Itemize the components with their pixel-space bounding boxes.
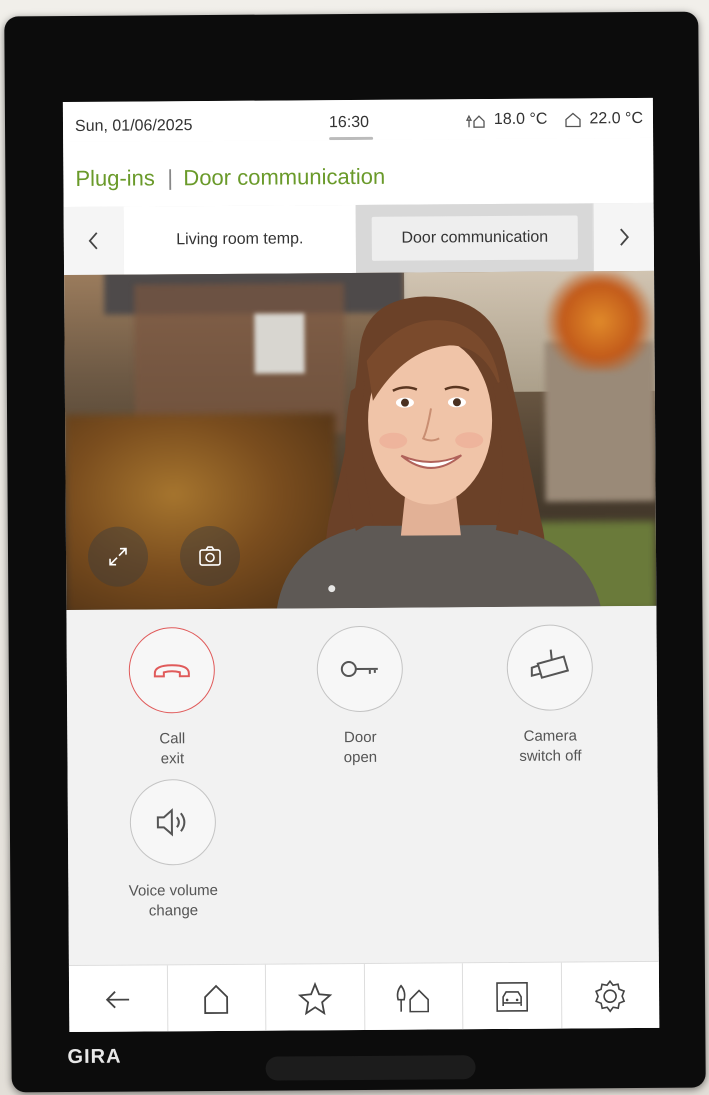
- expand-icon: [109, 547, 127, 566]
- tab-label: Living room temp.: [176, 230, 304, 249]
- voice-volume-label: Voice volume change: [108, 881, 238, 922]
- nav-settings-button[interactable]: [561, 962, 659, 1030]
- tab-door-communication[interactable]: Door communication: [355, 203, 595, 273]
- voice-volume-button[interactable]: Voice volume change: [108, 778, 239, 922]
- label-line: Voice volume: [128, 881, 219, 900]
- visitor-image: [276, 296, 602, 611]
- breadcrumb-separator: |: [167, 165, 174, 191]
- status-time: 16:30: [328, 113, 370, 132]
- breadcrumb-page: Door communication: [183, 163, 386, 191]
- outdoor-temperature: 18.0 °C: [493, 110, 548, 129]
- breadcrumb-section[interactable]: Plug-ins: [75, 165, 155, 191]
- brand-logo: GIRA: [67, 1045, 122, 1069]
- speaker-icon: [156, 808, 186, 837]
- chevron-right-icon: [620, 228, 630, 246]
- home-icon: [565, 112, 582, 128]
- tab-prev-button[interactable]: [63, 206, 126, 276]
- tab-bar: Living room temp. Door communication: [63, 202, 655, 277]
- hang-up-icon: [153, 664, 190, 678]
- door-open-circle: [316, 625, 404, 713]
- camera-switch-off-circle: [506, 624, 594, 711]
- fullscreen-button[interactable]: [87, 526, 149, 587]
- status-bar: Sun, 01/06/2025 16:30 18.0 °C 22.0 °C: [62, 97, 654, 143]
- nav-back-button[interactable]: [68, 965, 168, 1033]
- outdoor-home-icon: [465, 114, 485, 128]
- door-camera-feed[interactable]: [64, 270, 657, 611]
- label-line: switch off: [519, 747, 582, 766]
- door-actions-panel: Call exit Door open Camera switch off Vo…: [66, 605, 659, 966]
- tab-next-button[interactable]: [592, 202, 655, 272]
- status-temperatures: 18.0 °C 22.0 °C: [465, 109, 644, 129]
- nav-home-button[interactable]: [167, 964, 267, 1033]
- status-date: Sun, 01/06/2025: [74, 117, 193, 135]
- label-line: exit: [160, 750, 185, 768]
- tab-living-room-temp[interactable]: Living room temp.: [123, 204, 357, 275]
- call-exit-label: Call exit: [107, 729, 237, 770]
- key-icon: [340, 661, 378, 678]
- back-arrow-icon: [105, 990, 129, 1008]
- call-exit-circle: [128, 626, 216, 714]
- gira-device-frame: Sun, 01/06/2025 16:30 18.0 °C 22.0 °C Pl…: [4, 11, 706, 1093]
- label-line: open: [343, 749, 378, 767]
- bottom-navigation: [68, 960, 660, 1033]
- tab-label: Door communication: [401, 228, 549, 247]
- label-line: change: [148, 902, 199, 920]
- nav-favorites-button[interactable]: [265, 963, 365, 1032]
- door-open-label: Door open: [295, 728, 425, 769]
- label-line: Call: [159, 730, 186, 748]
- star-icon: [297, 981, 333, 1015]
- outdoor-home-icon: [396, 983, 430, 1012]
- snapshot-button[interactable]: [179, 525, 241, 587]
- label-line: Camera: [523, 727, 578, 745]
- camera-icon: [530, 649, 570, 679]
- camera-switch-off-button[interactable]: Camera switch off: [485, 624, 616, 767]
- camera-snapshot-icon: [199, 546, 221, 566]
- call-exit-button[interactable]: Call exit: [107, 626, 238, 770]
- chevron-left-icon: [88, 232, 98, 250]
- settings-gear-icon: [595, 979, 626, 1013]
- nav-garage-button[interactable]: [462, 962, 562, 1031]
- nav-outdoor-button[interactable]: [364, 963, 464, 1031]
- voice-volume-circle: [129, 778, 217, 866]
- touch-screen: Sun, 01/06/2025 16:30 18.0 °C 22.0 °C Pl…: [62, 97, 660, 1033]
- page-indicator-dot: [328, 585, 336, 593]
- indoor-temperature: 22.0 °C: [589, 109, 644, 128]
- door-open-button[interactable]: Door open: [295, 625, 426, 769]
- home-icon: [204, 984, 229, 1014]
- garage-icon: [495, 981, 528, 1012]
- proximity-sensor: [265, 1055, 476, 1081]
- camera-switch-off-label: Camera switch off: [485, 726, 615, 767]
- breadcrumb: Plug-ins | Door communication: [63, 137, 654, 208]
- label-line: Door: [343, 728, 377, 747]
